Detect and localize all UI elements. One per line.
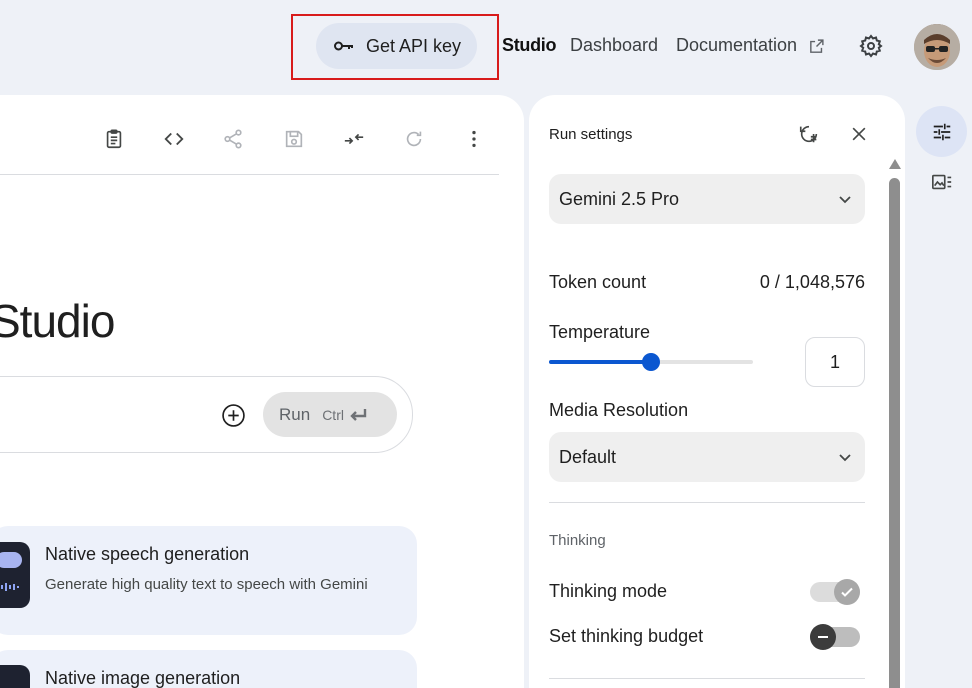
save-icon[interactable] xyxy=(283,128,305,150)
external-link-icon[interactable] xyxy=(808,38,825,55)
run-shortcut: Ctrl xyxy=(322,406,344,423)
share-icon[interactable] xyxy=(222,128,244,150)
speech-thumbnail xyxy=(0,542,30,608)
nav-dashboard[interactable]: Dashboard xyxy=(570,35,658,56)
enter-key-icon xyxy=(350,408,367,421)
get-api-key-button[interactable]: Get API key xyxy=(316,23,477,69)
compare-icon[interactable] xyxy=(343,128,365,150)
more-vert-icon[interactable] xyxy=(463,128,485,150)
temperature-label: Temperature xyxy=(549,322,651,342)
card-description: Generate high quality text to speech wit… xyxy=(45,576,368,593)
waveform-icon xyxy=(0,552,22,591)
get-api-key-label: Get API key xyxy=(366,35,462,56)
refresh-icon[interactable] xyxy=(403,128,425,150)
toggle-knob xyxy=(810,624,836,650)
page-title: Studio xyxy=(0,295,115,347)
media-resolution-select[interactable]: Default xyxy=(549,432,865,482)
clipboard-icon[interactable] xyxy=(103,128,125,150)
tune-settings-button[interactable] xyxy=(916,106,967,157)
image-thumbnail xyxy=(0,665,30,688)
section-divider xyxy=(549,502,865,503)
close-icon[interactable] xyxy=(849,124,869,144)
run-label: Run xyxy=(279,404,311,424)
check-icon xyxy=(841,587,853,597)
minus-icon xyxy=(818,636,828,638)
nav-studio[interactable]: Studio xyxy=(502,35,556,56)
code-icon[interactable] xyxy=(163,128,185,150)
add-circle-icon[interactable] xyxy=(221,403,246,428)
toggle-knob xyxy=(834,579,860,605)
model-select[interactable]: Gemini 2.5 Pro xyxy=(549,174,865,224)
thinking-budget-label: Set thinking budget xyxy=(549,626,704,646)
scroll-up-arrow-icon[interactable] xyxy=(888,158,902,170)
temperature-slider-thumb[interactable] xyxy=(642,353,660,371)
tune-icon xyxy=(933,123,950,140)
section-divider xyxy=(549,678,865,679)
settings-scrollbar-thumb[interactable] xyxy=(889,178,900,688)
media-resolution-value: Default xyxy=(559,446,617,467)
toolbar-divider xyxy=(0,174,499,175)
thinking-section-label: Thinking xyxy=(549,532,606,549)
key-icon xyxy=(334,41,353,51)
thinking-budget-toggle[interactable] xyxy=(810,624,860,650)
run-button[interactable]: Run Ctrl xyxy=(263,392,397,437)
media-icon[interactable] xyxy=(931,172,953,192)
card-title: Native speech generation xyxy=(45,544,250,564)
chevron-down-icon xyxy=(839,196,851,204)
thinking-mode-toggle[interactable] xyxy=(810,579,860,605)
chevron-down-icon xyxy=(839,454,851,462)
media-resolution-label: Media Resolution xyxy=(549,400,689,420)
reset-settings-icon[interactable] xyxy=(798,123,820,145)
token-count-label: Token count xyxy=(549,272,647,292)
token-count-value: 0 / 1,048,576 xyxy=(759,272,865,292)
run-settings-title: Run settings xyxy=(549,126,633,143)
nav-documentation[interactable]: Documentation xyxy=(676,35,797,56)
gear-icon[interactable] xyxy=(859,34,883,58)
temperature-input[interactable]: 1 xyxy=(805,337,865,387)
card-title: Native image generation xyxy=(45,668,241,688)
thinking-mode-label: Thinking mode xyxy=(549,581,668,601)
avatar-face-icon xyxy=(914,24,960,70)
avatar[interactable] xyxy=(914,24,960,70)
model-select-value: Gemini 2.5 Pro xyxy=(559,188,680,209)
temperature-slider-fill xyxy=(549,360,651,364)
